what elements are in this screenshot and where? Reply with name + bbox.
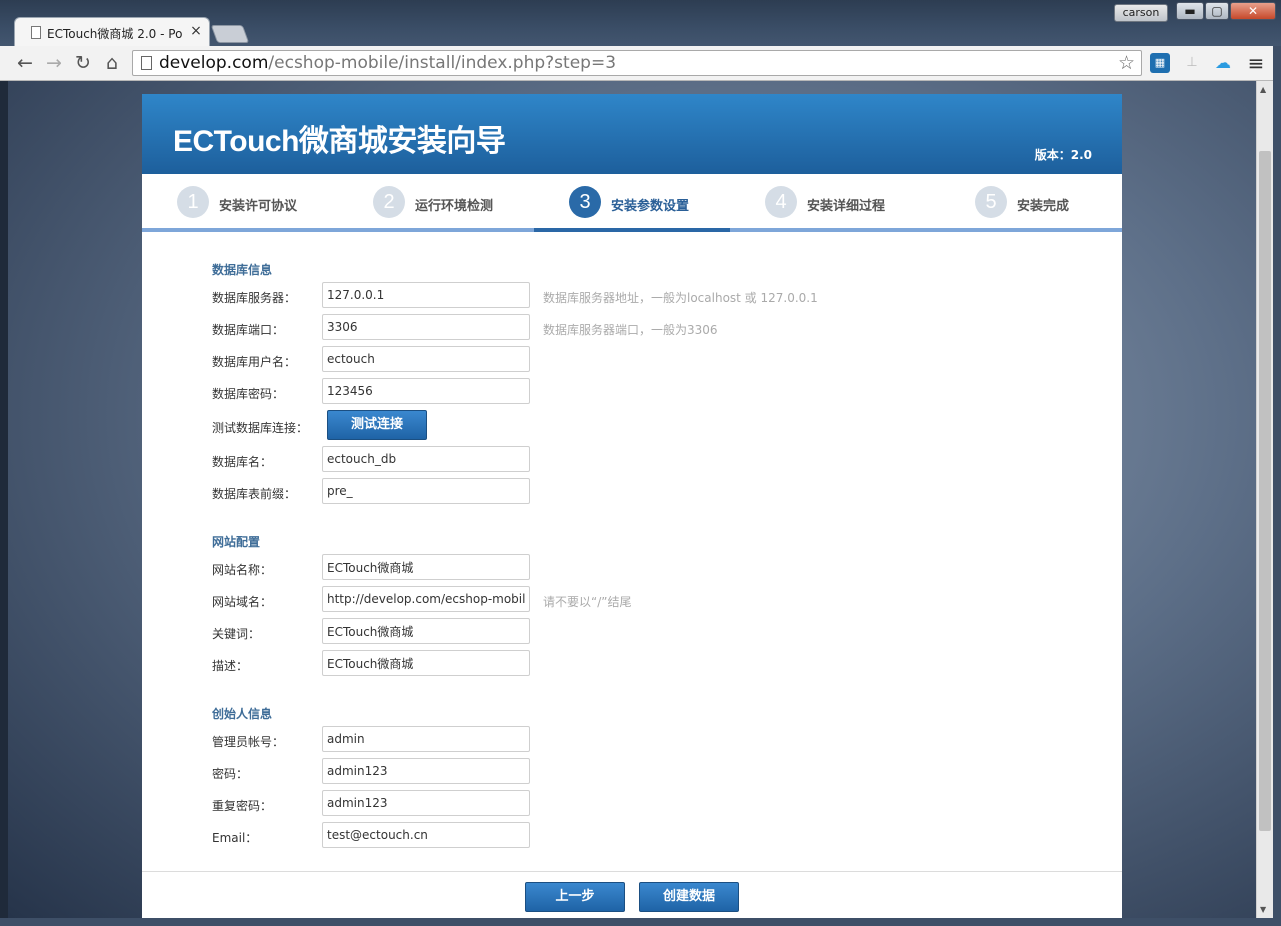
window-frame-right [1273, 46, 1281, 926]
db-user-label: 数据库用户名： [212, 355, 297, 369]
site-domain-input[interactable] [322, 586, 530, 612]
keywords-input[interactable] [322, 618, 530, 644]
address-bar[interactable]: develop.com/ecshop-mobile/install/index.… [132, 50, 1142, 76]
admin-email-input[interactable] [322, 822, 530, 848]
db-host-input[interactable] [322, 282, 530, 308]
db-port-hint: 数据库服务器端口，一般为3306 [543, 323, 718, 337]
maximize-button[interactable]: ▢ [1205, 2, 1229, 20]
version-label: 版本：2.0 [1034, 148, 1092, 162]
db-test-label: 测试数据库连接： [212, 421, 309, 435]
step-label: 安装完成 [1017, 199, 1070, 214]
admin-password-label: 密码： [212, 767, 249, 781]
db-port-label: 数据库端口： [212, 323, 285, 337]
db-name-input[interactable] [322, 446, 530, 472]
db-password-label: 数据库密码： [212, 387, 285, 401]
minimize-button[interactable]: ▬ [1176, 2, 1204, 20]
cloud-extension-icon[interactable]: ☁ [1213, 53, 1233, 73]
step-label: 运行环境检测 [415, 199, 494, 214]
test-connection-button[interactable]: 测试连接 [327, 410, 427, 440]
db-user-input[interactable] [322, 346, 530, 372]
description-label: 描述： [212, 659, 249, 673]
menu-icon[interactable]: ≡ [1246, 53, 1266, 73]
founder-section-title: 创始人信息 [212, 707, 273, 721]
db-name-label: 数据库名： [212, 455, 273, 469]
window-frame-bottom [0, 918, 1281, 926]
step-progress-active [534, 228, 730, 232]
step-label: 安装参数设置 [611, 199, 690, 214]
url-text: develop.com/ecshop-mobile/install/index.… [159, 53, 616, 73]
site-section-title: 网站配置 [212, 535, 261, 549]
admin-account-label: 管理员帐号： [212, 735, 285, 749]
keywords-label: 关键词： [212, 627, 261, 641]
scrollbar-thumb[interactable] [1259, 151, 1271, 831]
bookmark-star-icon[interactable]: ☆ [1118, 52, 1135, 74]
close-window-button[interactable]: ✕ [1230, 2, 1276, 20]
step-number: 3 [569, 186, 601, 218]
prev-step-button[interactable]: 上一步 [525, 882, 625, 912]
browser-toolbar: ← → ↻ ⌂ develop.com/ecshop-mobile/instal… [0, 46, 1281, 81]
db-host-hint: 数据库服务器地址，一般为localhost 或 127.0.0.1 [543, 291, 818, 305]
step-label: 安装许可协议 [219, 199, 298, 214]
profile-button[interactable]: carson [1114, 4, 1168, 22]
site-name-input[interactable] [322, 554, 530, 580]
db-port-input[interactable] [322, 314, 530, 340]
database-section-title: 数据库信息 [212, 263, 273, 277]
site-domain-hint: 请不要以“/”结尾 [543, 595, 632, 609]
browser-tab[interactable]: ECTouch微商城 2.0 - Po × [14, 17, 210, 47]
db-password-input[interactable] [322, 378, 530, 404]
tab-close-icon[interactable]: × [189, 23, 203, 39]
step-number: 4 [765, 186, 797, 218]
url-path: /ecshop-mobile/install/index.php?step=3 [268, 53, 617, 73]
step-number: 5 [975, 186, 1007, 218]
window-titlebar: ECTouch微商城 2.0 - Po × carson ▬ ▢ ✕ [0, 0, 1281, 47]
tab-title: ECTouch微商城 2.0 - Po [47, 27, 183, 41]
create-data-button[interactable]: 创建数据 [639, 882, 739, 912]
reload-icon[interactable]: ↻ [72, 52, 94, 74]
footer-divider [142, 871, 1122, 872]
sitemap-extension-icon[interactable]: ⊥ [1182, 53, 1202, 73]
vertical-scrollbar[interactable]: ▲ ▼ [1256, 81, 1273, 918]
step-number: 1 [177, 186, 209, 218]
forward-icon[interactable]: → [43, 52, 65, 74]
db-host-label: 数据库服务器： [212, 291, 297, 305]
url-host: develop.com [159, 53, 269, 73]
scroll-down-icon[interactable]: ▼ [1260, 905, 1266, 914]
page-icon [31, 26, 41, 39]
back-icon[interactable]: ← [14, 52, 36, 74]
step-number: 2 [373, 186, 405, 218]
install-panel: ECTouch微商城安装向导 版本：2.0 1 安装许可协议 2 运行环境检测 … [142, 94, 1122, 924]
step-progress: 1 安装许可协议 2 运行环境检测 3 安装参数设置 4 安装详细过程 5 安装… [142, 174, 1122, 234]
db-prefix-label: 数据库表前缀： [212, 487, 297, 501]
home-icon[interactable]: ⌂ [101, 52, 123, 74]
admin-repassword-label: 重复密码： [212, 799, 273, 813]
admin-account-input[interactable] [322, 726, 530, 752]
qr-code-extension-icon[interactable]: ▦ [1150, 53, 1170, 73]
admin-repassword-input[interactable] [322, 790, 530, 816]
admin-email-label: Email： [212, 831, 258, 845]
step-label: 安装详细过程 [807, 199, 886, 214]
scroll-up-icon[interactable]: ▲ [1260, 85, 1266, 94]
page-title: ECTouch微商城安装向导 [173, 125, 506, 158]
header-banner: ECTouch微商城安装向导 版本：2.0 [142, 94, 1122, 174]
admin-password-input[interactable] [322, 758, 530, 784]
db-prefix-input[interactable] [322, 478, 530, 504]
new-tab-button[interactable] [210, 25, 250, 43]
description-input[interactable] [322, 650, 530, 676]
site-domain-label: 网站域名： [212, 595, 273, 609]
page-info-icon[interactable] [141, 56, 152, 70]
site-name-label: 网站名称： [212, 563, 273, 577]
